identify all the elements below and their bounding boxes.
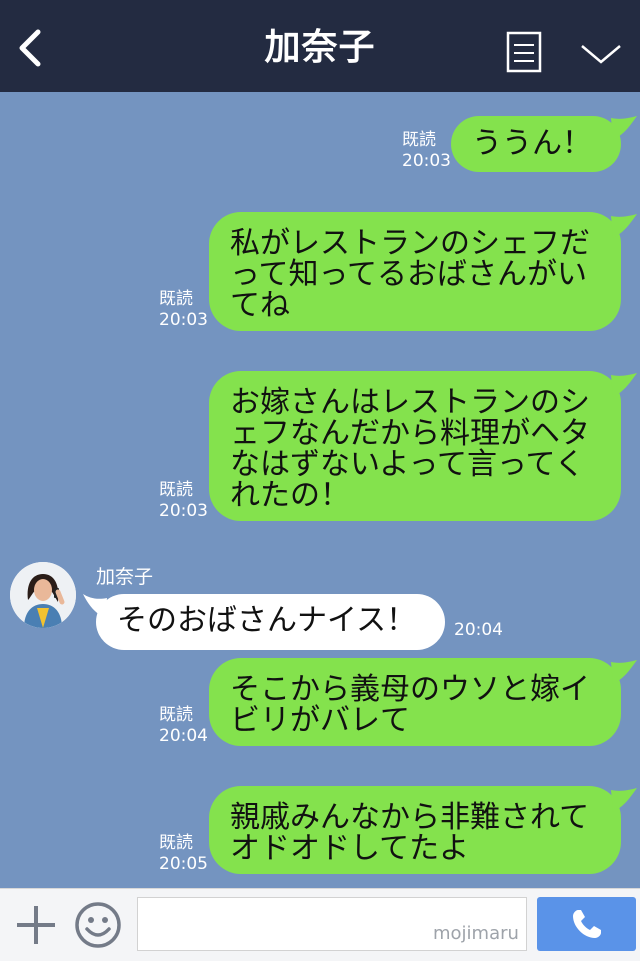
- read-receipt: 既読: [402, 130, 436, 150]
- bubble-tail: [611, 660, 637, 684]
- chat-title: 加奈子: [264, 27, 376, 68]
- phone-icon: [573, 910, 601, 938]
- bubble-tail: [611, 116, 637, 140]
- message-bubble-sent[interactable]: ううん！: [451, 116, 621, 172]
- message-bubble-sent[interactable]: 私がレストランのシェフだ って知ってるおばさんがい てね: [209, 212, 621, 331]
- message-meta: 既読 20:03: [159, 289, 208, 331]
- smile-icon[interactable]: [74, 901, 122, 949]
- message-bubble-sent[interactable]: そこから義母のウソと嫁イ ビリがバレて: [209, 658, 621, 746]
- message-bubble-sent[interactable]: 親戚みんなから非難されて オドオドしてたよ: [209, 786, 621, 874]
- message-meta: 既読 20:03: [159, 480, 208, 522]
- avatar-photo: [10, 562, 76, 628]
- avatar[interactable]: [10, 562, 76, 628]
- message-meta: 既読 20:04: [159, 705, 208, 747]
- document-menu-icon[interactable]: [505, 30, 543, 74]
- message-time: 20:04: [454, 620, 503, 640]
- message-time: 20:04: [159, 726, 208, 746]
- message-bubble-received[interactable]: そのおばさんナイス！: [96, 594, 445, 650]
- chevron-down-icon[interactable]: [578, 36, 624, 70]
- message-meta: 既読 20:03: [402, 130, 451, 172]
- read-receipt: 既読: [159, 705, 193, 725]
- input-bar: mojimaru: [0, 888, 640, 961]
- bubble-tail: [611, 373, 637, 397]
- read-receipt: 既読: [159, 289, 193, 309]
- read-receipt: 既読: [159, 833, 193, 853]
- chat-area[interactable]: 既読 20:03 ううん！ 既読 20:03 私がレストランのシェフだ って知っ…: [0, 92, 640, 888]
- chat-header: 加奈子: [0, 0, 640, 92]
- bubble-tail: [611, 214, 637, 238]
- message-time: 20:05: [159, 854, 208, 874]
- bubble-tail: [611, 788, 637, 812]
- message-bubble-sent[interactable]: お嫁さんはレストランのシ ェフなんだから料理がヘタ なはずないよって言ってく れ…: [209, 371, 621, 521]
- sender-name: 加奈子: [96, 566, 154, 588]
- message-time: 20:03: [159, 310, 208, 330]
- message-meta: 既読 20:05: [159, 833, 208, 875]
- read-receipt: 既読: [159, 480, 193, 500]
- watermark: mojimaru: [433, 923, 519, 944]
- call-button[interactable]: [537, 897, 636, 951]
- plus-icon[interactable]: [14, 903, 58, 947]
- message-time: 20:03: [402, 151, 451, 171]
- message-time: 20:03: [159, 501, 208, 521]
